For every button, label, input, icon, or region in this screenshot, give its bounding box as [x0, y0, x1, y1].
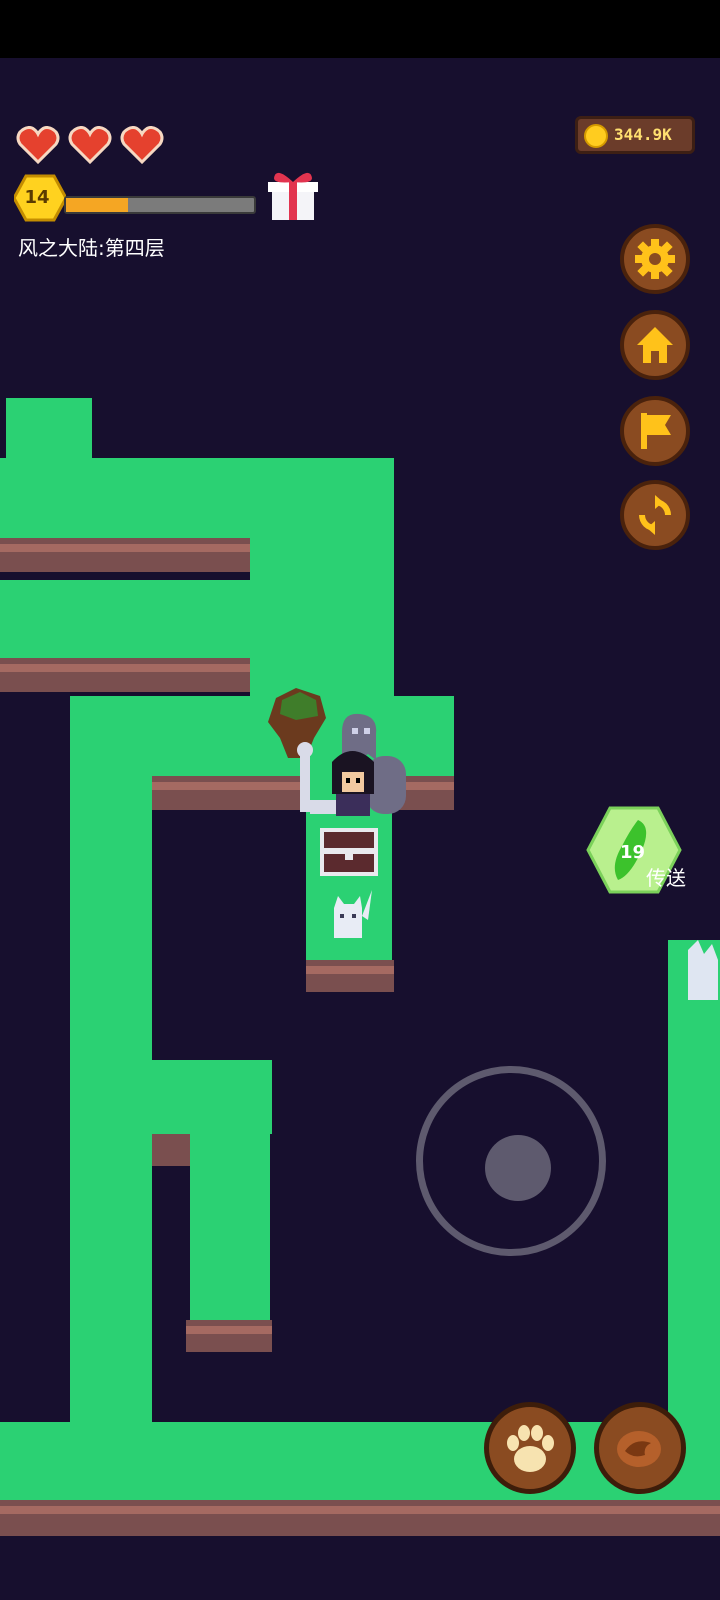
- xp-bar-fill: [66, 198, 129, 212]
- virtual-joystick[interactable]: [416, 1066, 606, 1256]
- gear-icon: [635, 239, 675, 279]
- pet-button[interactable]: [484, 1402, 576, 1494]
- hearts-row: [16, 126, 164, 164]
- joystick-knob[interactable]: [485, 1135, 551, 1201]
- heart-icon: [120, 126, 164, 164]
- xp-bar: [64, 196, 256, 214]
- heart-icon: [16, 126, 60, 164]
- floor-name: 风之大陆:第四层: [18, 236, 165, 260]
- player-character-sprite: [297, 742, 406, 816]
- home-icon: [637, 327, 673, 363]
- treasure-chest-sprite: [320, 828, 378, 876]
- meat-button[interactable]: [594, 1402, 686, 1494]
- flag-button[interactable]: [620, 396, 690, 466]
- meat-icon: [617, 1431, 661, 1467]
- level-number: 14: [24, 187, 50, 208]
- edge-creature-sprite: [688, 940, 718, 1000]
- heart-icon: [68, 126, 112, 164]
- coin-icon: [584, 124, 608, 148]
- refresh-icon: [639, 495, 671, 535]
- teleport-label[interactable]: 传送: [646, 862, 686, 891]
- coin-amount: 344.9K: [614, 125, 672, 144]
- ghost-cat-sprite: [334, 890, 372, 938]
- teleport-count: 19: [620, 842, 646, 863]
- coin-counter: 344.9K: [575, 116, 695, 154]
- flag-icon: [641, 413, 671, 449]
- settings-button[interactable]: [620, 224, 690, 294]
- home-button[interactable]: [620, 310, 690, 380]
- gift-icon[interactable]: [266, 166, 320, 222]
- paw-icon: [507, 1425, 554, 1472]
- refresh-button[interactable]: [620, 480, 690, 550]
